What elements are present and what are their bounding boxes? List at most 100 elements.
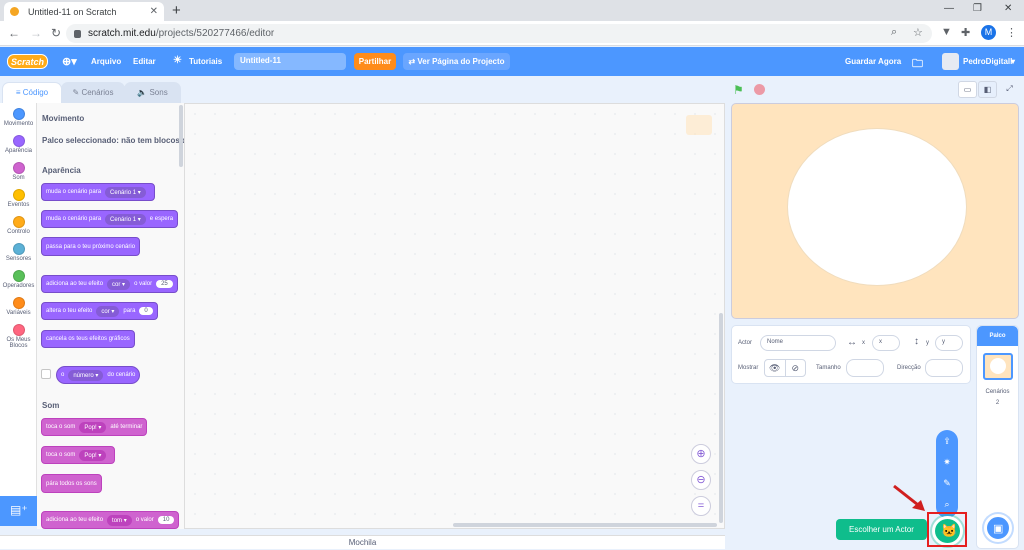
backdrop-dropdown[interactable]: Cenário 1 ▾	[105, 213, 146, 225]
user-avatar[interactable]	[942, 53, 959, 70]
category-operators[interactable]: Operadores	[0, 270, 37, 289]
minimize-icon[interactable]: —	[944, 3, 954, 14]
save-now-button[interactable]: Guardar Agora	[845, 57, 901, 66]
stage-thumbnail[interactable]	[983, 353, 1013, 380]
size-input[interactable]	[846, 359, 884, 377]
bookmark-star-icon[interactable]: ☆	[913, 26, 923, 39]
category-variables[interactable]: Variáveis	[0, 297, 37, 316]
palette-scrollbar[interactable]	[179, 105, 183, 167]
profile-avatar[interactable]: M	[981, 25, 996, 40]
sound-dropdown[interactable]: Pop! ▾	[79, 421, 107, 433]
reload-icon[interactable]: ↻	[51, 26, 61, 40]
surprise-icon[interactable]: ✷	[936, 457, 958, 468]
category-sound[interactable]: Som	[0, 162, 37, 181]
back-icon[interactable]: ←	[8, 26, 20, 40]
category-motion[interactable]: Movimento	[0, 108, 37, 127]
workspace-h-scrollbar[interactable]	[453, 523, 717, 527]
code-workspace[interactable]	[185, 103, 725, 529]
url-field[interactable]: scratch.mit.edu/projects/520277466/edito…	[66, 24, 932, 43]
stage-canvas[interactable]	[731, 103, 1019, 319]
block-text: altera o teu efeito	[46, 308, 93, 314]
green-flag-icon[interactable]: ⚑	[733, 83, 746, 97]
category-dot	[12, 270, 25, 282]
backpack-bar[interactable]: Mochila	[0, 535, 725, 549]
zoom-lens-icon[interactable]: ⌕	[891, 26, 897, 39]
category-dot	[12, 162, 25, 174]
sound-effect-dropdown[interactable]: tom ▾	[107, 514, 132, 526]
stop-icon[interactable]	[754, 84, 765, 95]
sprite-name-input[interactable]: Nome	[760, 335, 836, 351]
effect-dropdown[interactable]: cor ▾	[107, 278, 131, 290]
workspace-v-scrollbar[interactable]	[719, 313, 723, 523]
number-input[interactable]: 25	[156, 280, 173, 288]
browser-tab[interactable]: Untitled-11 on Scratch ✕	[4, 2, 164, 21]
search-icon[interactable]: ⌕	[936, 499, 958, 510]
direction-input[interactable]	[925, 359, 963, 377]
extensions-puzzle-icon[interactable]: ✚	[961, 26, 970, 39]
number-input[interactable]: 0	[139, 307, 153, 315]
sound-dropdown[interactable]: Pop! ▾	[79, 449, 107, 461]
user-menu-chevron-icon[interactable]: ▾	[1011, 57, 1015, 66]
small-stage-icon[interactable]: ▭	[958, 81, 977, 98]
see-project-page-button[interactable]: ⇄ Ver Página do Projecto	[403, 53, 510, 70]
x-input[interactable]: x	[872, 335, 900, 351]
backdrop-dropdown[interactable]: Cenário 1 ▾	[105, 186, 146, 198]
hide-eye-icon[interactable]: ⊘	[786, 360, 806, 376]
scratch-logo[interactable]: Scratch	[7, 54, 48, 69]
block-change-effect[interactable]: adiciona ao teu efeito cor ▾ o valor 25	[41, 275, 178, 293]
block-play-sound-until-done[interactable]: toca o som Pop! ▾ até terminar	[41, 418, 148, 436]
my-stuff-folder-icon[interactable]: 🗀	[912, 55, 923, 74]
menu-file[interactable]: Arquivo	[91, 57, 121, 66]
block-start-sound[interactable]: toca o som Pop! ▾	[41, 446, 116, 464]
choose-backdrop-button[interactable]: ▣	[984, 514, 1012, 542]
maximize-icon[interactable]: ❐	[973, 3, 982, 14]
zoom-reset-button[interactable]: =	[691, 496, 711, 516]
zoom-in-button[interactable]: ⊕	[691, 444, 711, 464]
dropdown-value: Cenário 1	[110, 189, 137, 196]
globe-icon[interactable]: ⊕▾	[62, 55, 77, 68]
block-clear-effects[interactable]: cancela os teus efeitos gráficos	[41, 330, 135, 348]
share-button[interactable]: Partilhar	[354, 53, 396, 70]
new-tab-icon[interactable]: +	[172, 2, 181, 19]
add-extension-button[interactable]: ▤⁺	[0, 496, 37, 526]
paint-icon[interactable]: ✎	[936, 478, 958, 489]
zoom-out-button[interactable]: ⊖	[691, 470, 711, 490]
forward-icon[interactable]: →	[30, 26, 42, 40]
close-tab-icon[interactable]: ✕	[150, 6, 158, 17]
category-looks[interactable]: Aparência	[0, 135, 37, 154]
upload-icon[interactable]: ⇪	[936, 436, 958, 447]
tab-code[interactable]: ≡ Código	[2, 82, 62, 103]
tab-backdrops[interactable]: ✎ Cenários	[61, 82, 125, 103]
monitor-checkbox[interactable]	[41, 369, 51, 379]
username-menu[interactable]: PedroDigitall	[963, 57, 1012, 66]
close-window-icon[interactable]: ✕	[1004, 3, 1012, 14]
block-switch-backdrop-wait[interactable]: muda o cenário para Cenário 1 ▾ e espera	[41, 210, 179, 228]
menu-edit[interactable]: Editar	[133, 57, 156, 66]
y-input[interactable]: y	[935, 335, 963, 351]
block-text: toca o som	[46, 452, 76, 458]
number-input[interactable]: 10	[157, 516, 175, 524]
block-switch-backdrop[interactable]: muda o cenário para Cenário 1 ▾	[41, 183, 155, 201]
block-stop-all-sounds[interactable]: pára todos os sons	[41, 474, 102, 493]
category-dot	[12, 189, 25, 201]
category-events[interactable]: Eventos	[0, 189, 37, 208]
highlight-box	[927, 512, 967, 547]
block-text: toca o som	[46, 424, 76, 430]
normal-stage-icon[interactable]: ◧	[978, 81, 997, 98]
block-backdrop-number[interactable]: o número ▾ do cenário	[56, 366, 141, 384]
category-sensing[interactable]: Sensores	[0, 243, 37, 262]
fullscreen-icon[interactable]: ⤢	[1000, 81, 1019, 98]
menu-tutorials[interactable]: Tutoriais	[189, 57, 222, 66]
tab-sounds[interactable]: 🔈 Sons	[124, 82, 181, 103]
block-change-sound-effect[interactable]: adiciona ao teu efeito tom ▾ o valor 10	[41, 511, 180, 529]
category-my-blocks[interactable]: Os Meus Blocos	[0, 324, 37, 349]
block-set-effect[interactable]: altera o teu efeito cor ▾ para 0	[41, 302, 158, 320]
category-control[interactable]: Controlo	[0, 216, 37, 235]
extension-v-icon[interactable]: ▼	[941, 26, 952, 38]
effect-dropdown[interactable]: cor ▾	[96, 305, 120, 317]
number-name-dropdown[interactable]: número ▾	[68, 369, 104, 381]
project-title-input[interactable]: Untitled-11	[234, 53, 346, 70]
show-eye-icon[interactable]: 👁	[765, 360, 786, 376]
block-next-backdrop[interactable]: passa para o teu próximo cenário	[41, 237, 141, 256]
browser-menu-icon[interactable]: ⋮	[1006, 26, 1017, 39]
